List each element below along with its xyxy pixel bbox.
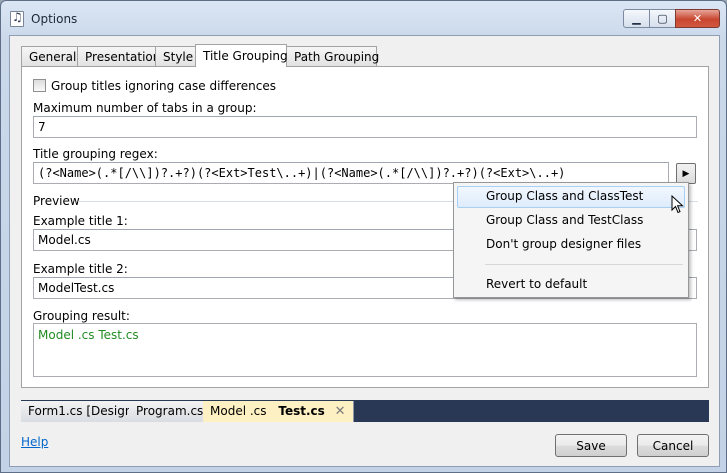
minimize-button[interactable]: ▁ (623, 9, 650, 28)
cancel-button[interactable]: Cancel (637, 434, 709, 457)
doc-tab-model-ext: .cs (249, 404, 267, 418)
help-link[interactable]: Help (21, 435, 48, 449)
options-window: Options ▁ ▢ ✕ General Presentation Style… (0, 0, 727, 473)
doc-tab-form1-design[interactable]: Form1.cs [Design] (21, 401, 146, 422)
music-note-icon (10, 10, 24, 27)
tab-path-grouping[interactable]: Path Grouping (286, 46, 379, 66)
close-button[interactable]: ✕ (675, 9, 720, 28)
menu-item-no-designer-grouping[interactable]: Don't group designer files (457, 234, 685, 256)
menu-item-group-class-testclass[interactable]: Group Class and TestClass (457, 210, 685, 232)
max-tabs-input[interactable]: 7 (33, 116, 697, 138)
maximize-button[interactable]: ▢ (649, 9, 676, 28)
tab-style[interactable]: Style (155, 46, 196, 66)
doc-tab-model-group[interactable]: Model .cs Test.cs ✕ (203, 401, 354, 422)
close-icon: ✕ (692, 12, 703, 25)
maximize-icon: ▢ (657, 12, 668, 25)
example2-label: Example title 2: (33, 262, 128, 276)
doc-tab-test-ext: Test.cs (278, 404, 325, 418)
save-button[interactable]: Save (555, 434, 627, 457)
doc-tab-program[interactable]: Program.cs (129, 401, 212, 422)
result-label: Grouping result: (33, 309, 130, 323)
window-title: Options (31, 12, 78, 26)
preview-label: Preview (33, 194, 80, 208)
close-icon[interactable]: ✕ (335, 404, 346, 419)
example1-label: Example title 1: (33, 214, 128, 228)
title-bar[interactable]: Options ▁ ▢ ✕ (1, 1, 726, 35)
tab-general[interactable]: General (21, 46, 78, 66)
tab-presentation[interactable]: Presentation (77, 46, 160, 66)
regex-label: Title grouping regex: (33, 147, 158, 161)
ignore-case-label: Group titles ignoring case differences (51, 79, 276, 93)
menu-item-revert-default[interactable]: Revert to default (457, 274, 685, 296)
mouse-cursor-icon (671, 195, 684, 214)
regex-input[interactable]: (?<Name>(.*[/\\])?.+?)(?<Ext>Test\..+)|(… (33, 162, 669, 184)
menu-separator (485, 264, 683, 265)
minimize-icon: ▁ (632, 12, 641, 25)
grouping-result-box: Model .cs Test.cs (33, 323, 697, 377)
document-tab-strip: Form1.cs [Design] Program.cs Model .cs T… (21, 400, 709, 422)
ignore-case-checkbox[interactable] (33, 79, 46, 92)
max-tabs-label: Maximum number of tabs in a group: (33, 101, 257, 115)
menu-item-group-class-classtest[interactable]: Group Class and ClassTest (457, 186, 685, 208)
doc-tab-model-name: Model (210, 404, 247, 418)
play-arrow-icon: ▶ (682, 168, 690, 179)
tab-title-grouping[interactable]: Title Grouping (195, 44, 288, 67)
caption-buttons: ▁ ▢ ✕ (623, 9, 720, 28)
regex-presets-button[interactable]: ▶ (676, 163, 696, 184)
regex-presets-menu: Group Class and ClassTest Group Class an… (453, 182, 689, 298)
